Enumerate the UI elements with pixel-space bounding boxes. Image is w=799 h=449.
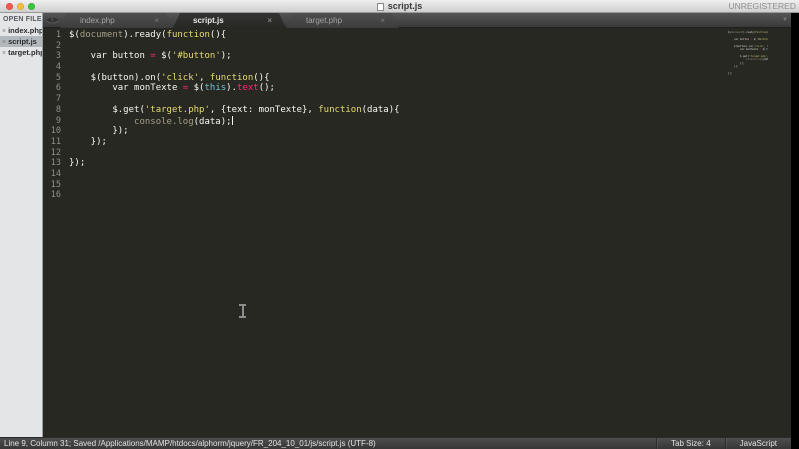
code-text: }); (69, 126, 129, 137)
code-line[interactable]: 12 (43, 148, 791, 159)
line-number: 13 (50, 158, 61, 169)
tab-overflow-icon[interactable]: ▼ (782, 13, 788, 28)
document-icon (376, 3, 384, 11)
line-number: 3 (55, 51, 61, 62)
tab-label: target.php (306, 16, 343, 25)
tab-history-arrows[interactable]: ◀ ▶ (46, 13, 59, 28)
sidebar-item-label: script.js (8, 37, 37, 46)
code-line[interactable]: 13}); (43, 158, 791, 169)
code-line[interactable]: 5 $(button).on('click', function(){ (43, 73, 791, 84)
line-number: 12 (50, 147, 61, 158)
forward-arrow-icon[interactable]: ▶ (53, 17, 58, 24)
sidebar-item-index-php[interactable]: × index.php (0, 25, 42, 36)
sidebar-item-target-php[interactable]: × target.php (0, 47, 42, 58)
tabs: index.php × script.js × target.php × (60, 13, 399, 28)
line-number: 6 (55, 83, 61, 94)
code-line[interactable]: 1 $(document).ready(function(){ (43, 30, 791, 41)
title-bar: script.js UNREGISTERED (0, 0, 799, 13)
sidebar-item-script-js[interactable]: × script.js (0, 36, 42, 47)
code-line[interactable]: 14 (43, 169, 791, 180)
close-tab-icon[interactable]: × (380, 13, 385, 28)
window-title: script.js (0, 0, 799, 13)
code-line[interactable]: 9 console.log(data); (43, 115, 791, 127)
code-line[interactable]: 2 (43, 41, 791, 52)
sidebar: OPEN FILES × index.php × script.js × target.p… (0, 13, 43, 437)
line-number: 10 (50, 126, 61, 137)
code-editor[interactable]: 1 $(document).ready(function(){ 2 3 var but… (43, 28, 791, 437)
tab-size-menu[interactable]: Tab Size: 4 (656, 438, 725, 449)
close-file-icon[interactable]: × (2, 39, 6, 46)
editor-window: OPEN FILES × index.php × script.js × target.p… (0, 13, 791, 449)
code-line[interactable]: 8 $.get('target.php', {text: monTexte}, … (43, 105, 791, 116)
line-number: 2 (55, 40, 61, 51)
code-text: }); (69, 136, 107, 147)
code-line[interactable]: 10 }); (43, 126, 791, 137)
code-text: var monTexte = $(this).text(); (69, 83, 275, 94)
close-tab-icon[interactable]: × (154, 13, 159, 28)
line-number: 5 (55, 72, 61, 83)
tab-target-php[interactable]: target.php × (286, 13, 399, 28)
code-text: $(document).ready(function(){ (69, 30, 227, 40)
code-text: var button = $('#button'); (69, 51, 232, 62)
line-number: 4 (55, 62, 61, 73)
code-line[interactable]: 3 var button = $('#button'); (43, 51, 791, 62)
line-number: 15 (50, 179, 61, 190)
code-line[interactable]: 15 (43, 180, 791, 191)
line-number: 8 (55, 104, 61, 115)
minimap[interactable]: $(document).ready(function(){ var button… (728, 31, 768, 85)
status-message: Line 9, Column 31; Saved /Applications/M… (4, 439, 376, 448)
close-file-icon[interactable]: × (2, 50, 6, 57)
tab-index-php[interactable]: index.php × (60, 13, 173, 28)
code-line[interactable]: 11 }); (43, 137, 791, 148)
code-line[interactable]: 7 (43, 94, 791, 105)
close-tab-icon[interactable]: × (267, 13, 272, 28)
line-number: 7 (55, 94, 61, 105)
code-text: $.get('target.php', {text: monTexte}, fu… (69, 104, 400, 115)
code-lines: 1 $(document).ready(function(){ 2 3 var but… (43, 28, 791, 201)
close-file-icon[interactable]: × (2, 28, 6, 35)
tab-script-js[interactable]: script.js × (173, 13, 286, 28)
code-line[interactable]: 16 (43, 190, 791, 201)
back-arrow-icon[interactable]: ◀ (46, 17, 51, 24)
open-files-list: × index.php × script.js × target.php (0, 25, 42, 58)
open-files-header: OPEN FILES (3, 16, 43, 23)
line-number: 1 (55, 30, 61, 40)
sidebar-item-label: index.php (8, 26, 43, 35)
code-text: }); (69, 158, 86, 169)
line-number: 9 (55, 115, 61, 126)
text-caret (231, 115, 233, 125)
tab-label: index.php (80, 16, 115, 25)
tab-label: script.js (193, 16, 224, 25)
tab-bar: ◀ ▶ index.php × script.js × target.php × ▼ (43, 13, 791, 28)
window-title-text: script.js (387, 1, 423, 11)
code-line[interactable]: 4 (43, 62, 791, 73)
line-number: 11 (50, 136, 61, 147)
code-line[interactable]: 6 var monTexte = $(this).text(); (43, 83, 791, 94)
status-bar: Line 9, Column 31; Saved /Applications/M… (0, 437, 791, 449)
syntax-menu[interactable]: JavaScript (724, 438, 791, 449)
code-text: console.log(data); (69, 115, 233, 127)
code-text: $(button).on('click', function(){ (69, 72, 270, 83)
unregistered-label: UNREGISTERED (728, 1, 796, 11)
line-number: 16 (50, 190, 61, 201)
sidebar-item-label: target.php (8, 48, 43, 57)
line-number: 14 (50, 168, 61, 179)
